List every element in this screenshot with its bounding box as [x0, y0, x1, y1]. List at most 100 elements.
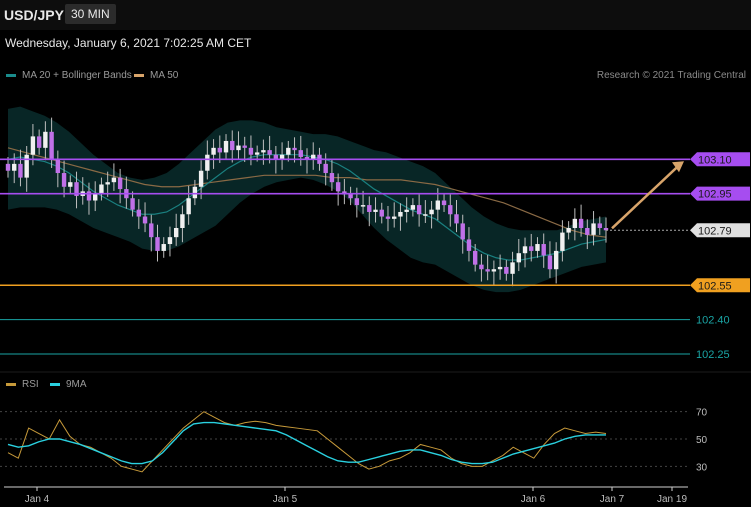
rsi-tick-label-70: 70	[696, 408, 708, 419]
candle-body	[86, 191, 92, 201]
candle-body	[522, 246, 528, 254]
candle-body	[429, 209, 434, 215]
candle-body	[435, 200, 441, 210]
bollinger-band	[8, 106, 606, 293]
rsi-tick-label-50: 50	[696, 435, 708, 446]
candle-body	[392, 216, 397, 219]
candle-body	[117, 177, 123, 190]
candle-body	[217, 147, 222, 153]
level-label-103.10: 103.10	[698, 154, 732, 166]
level-label-102.95: 102.95	[698, 189, 732, 201]
candle-body	[24, 154, 29, 178]
x-axis-label: Jan 5	[273, 494, 298, 505]
candle-body	[68, 182, 73, 187]
candle-body	[404, 209, 409, 212]
candle-body	[354, 198, 360, 206]
candle-body	[18, 163, 23, 178]
current-price-label: 102.79	[698, 225, 732, 237]
candle-body	[541, 244, 546, 256]
candle-body	[248, 147, 254, 155]
candle-body	[448, 205, 453, 215]
candle-body	[497, 266, 503, 270]
candle-body	[367, 205, 372, 212]
candle-body	[286, 147, 291, 155]
candle-body	[529, 246, 534, 251]
level-label-102.55: 102.55	[698, 280, 732, 292]
rsi-9ma-line	[7, 421, 606, 465]
candle-body	[504, 266, 509, 274]
x-axis-label: Jan 7	[600, 494, 625, 505]
candle-body	[5, 163, 11, 171]
candle-body	[585, 228, 590, 235]
candle-body	[230, 140, 235, 151]
candle-body	[423, 214, 428, 216]
candle-body	[454, 214, 459, 224]
x-axis-label: Jan 6	[521, 494, 546, 505]
candle-body	[161, 244, 166, 251]
rsi-tick-label-30: 30	[696, 462, 708, 473]
candle-body	[111, 177, 117, 183]
candle-body	[254, 152, 260, 155]
candle-body	[385, 216, 391, 219]
candle-body	[242, 145, 247, 148]
candle-body	[99, 184, 104, 194]
level-label-102.25: 102.25	[696, 349, 730, 361]
candle-body	[479, 264, 484, 270]
candle-body	[267, 150, 272, 155]
chart-canvas[interactable]: 103.10 102.95 102.55 102.40 102.25 102.79 30 50…	[0, 0, 751, 507]
candle-body	[292, 147, 297, 151]
candle-body	[61, 173, 67, 187]
candle-body	[572, 218, 578, 228]
candle-body	[410, 205, 416, 210]
candle-body	[186, 198, 191, 215]
rsi-line	[7, 411, 607, 473]
candle-body	[360, 205, 366, 207]
candle-body	[578, 218, 584, 228]
candle-body	[441, 200, 447, 206]
x-axis-label: Jan 4	[25, 494, 50, 505]
candle-body	[298, 150, 303, 157]
candle-body	[398, 211, 403, 217]
candle-body	[416, 205, 422, 215]
candle-body	[236, 145, 241, 151]
candle-body	[211, 147, 216, 155]
level-label-102.40: 102.40	[696, 315, 730, 327]
candle-body	[547, 255, 553, 270]
candle-body	[553, 250, 559, 270]
candle-body	[142, 216, 148, 224]
candle-body	[149, 223, 154, 238]
candle-body	[329, 173, 335, 183]
candle-body	[55, 159, 61, 174]
candle-body	[535, 244, 540, 251]
candle-body	[566, 228, 571, 233]
candle-body	[485, 269, 490, 272]
candle-body	[49, 131, 54, 160]
candle-body	[335, 182, 341, 192]
candle-body	[30, 136, 36, 155]
candle-body	[373, 209, 378, 212]
candle-body	[591, 223, 596, 235]
candle-body	[323, 163, 328, 174]
candle-body	[12, 163, 17, 171]
candle-body	[192, 186, 198, 199]
candle-body	[180, 214, 185, 228]
candle-body	[198, 170, 204, 187]
candle-body	[173, 228, 179, 238]
target-arrow-shaft	[611, 165, 679, 230]
candle-body	[597, 223, 602, 228]
candle-body	[105, 182, 110, 185]
candle-body	[43, 131, 48, 148]
candle-body	[155, 237, 160, 251]
candle-body	[460, 223, 465, 240]
candle-body	[167, 237, 173, 245]
candle-body	[261, 150, 266, 153]
candle-body	[130, 198, 135, 210]
candle-body	[516, 253, 521, 263]
candle-body	[223, 140, 229, 153]
candle-body	[491, 269, 497, 272]
candle-body	[560, 232, 565, 251]
candle-body	[466, 239, 472, 251]
candle-body	[379, 209, 384, 217]
candle-body	[136, 209, 142, 217]
candle-body	[472, 250, 478, 265]
